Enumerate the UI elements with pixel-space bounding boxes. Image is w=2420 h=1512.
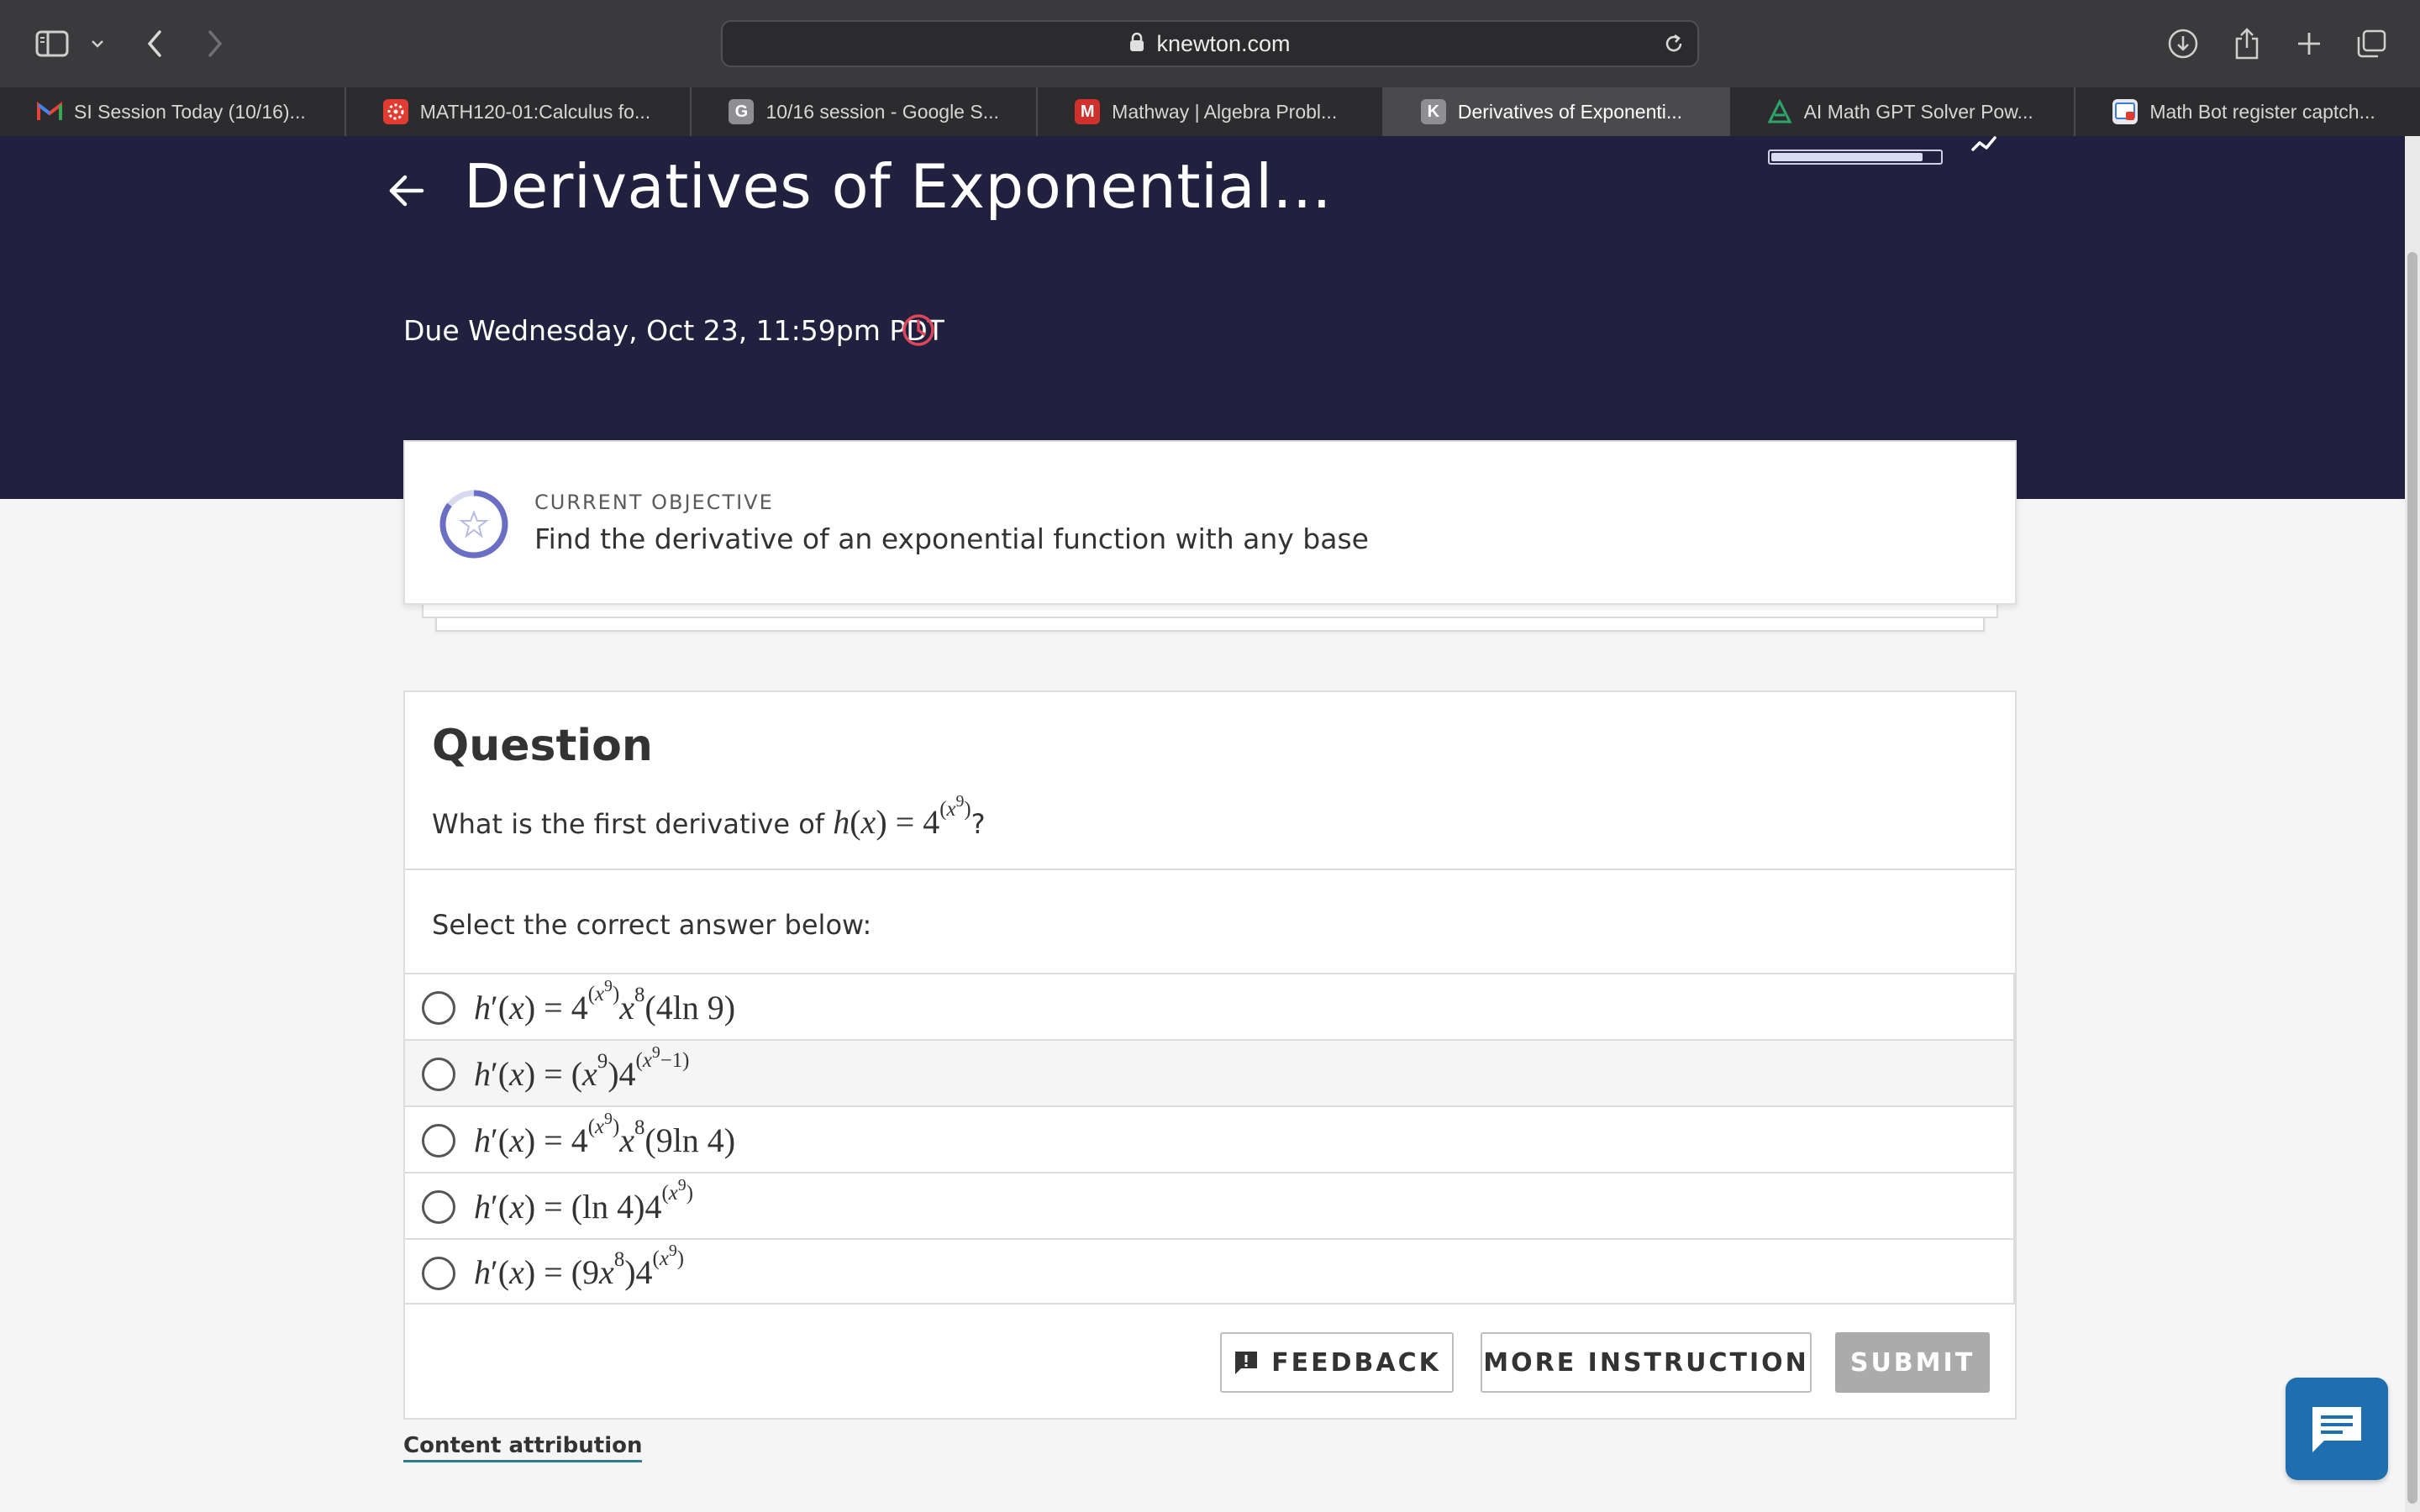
chevron-down-icon[interactable] xyxy=(87,18,108,69)
google-icon: G xyxy=(729,99,755,124)
choice-expression: h′(x) = 4(x9)x8(9ln 4) xyxy=(474,1110,736,1159)
radio-button[interactable] xyxy=(422,1058,455,1091)
tab-label: 10/16 session - Google S... xyxy=(765,100,999,123)
back-icon[interactable] xyxy=(141,18,168,69)
tab-gmail[interactable]: SI Session Today (10/16)... xyxy=(0,87,346,136)
due-date: Due Wednesday, Oct 23, 11:59pm PDT xyxy=(403,314,944,347)
objective-caption: CURRENT OBJECTIVE xyxy=(534,491,774,514)
back-arrow-icon[interactable] xyxy=(387,171,425,214)
star-progress-icon xyxy=(439,489,509,564)
feedback-label: FEEDBACK xyxy=(1271,1347,1441,1378)
tab-label: Derivatives of Exponenti... xyxy=(1457,100,1683,123)
answer-choice-b[interactable]: h′(x) = (x9)4(x9−1) xyxy=(405,1039,2015,1105)
answer-choice-d[interactable]: h′(x) = (ln 4)4(x9) xyxy=(405,1172,2015,1238)
mathbot-icon xyxy=(2112,99,2139,124)
page-title: Derivatives of Exponential... xyxy=(464,151,1332,222)
chat-support-button[interactable] xyxy=(2286,1378,2388,1480)
question-suffix: ? xyxy=(971,807,986,840)
mathway-icon: M xyxy=(1075,99,1101,124)
tab-label: AI Math GPT Solver Pow... xyxy=(1803,100,2033,123)
choice-expression: h′(x) = (9x8)4(x9) xyxy=(474,1242,685,1291)
select-instruction: Select the correct answer below: xyxy=(432,909,872,941)
more-instruction-button[interactable]: MORE INSTRUCTION xyxy=(1481,1332,1812,1393)
tab-math-bot[interactable]: Math Bot register captch... xyxy=(2075,87,2420,136)
browser-toolbar: knewton.com xyxy=(0,0,2420,87)
scrollbar-thumb[interactable] xyxy=(2407,252,2417,1504)
canvas-icon xyxy=(382,99,408,124)
radio-button[interactable] xyxy=(422,1190,455,1224)
tab-label: Mathway | Algebra Probl... xyxy=(1112,100,1338,123)
knewton-icon: K xyxy=(1420,99,1446,124)
lock-icon xyxy=(1129,32,1144,56)
answer-choice-e[interactable]: h′(x) = (9x8)4(x9) xyxy=(405,1238,2015,1305)
collapse-chevron-icon[interactable] xyxy=(1970,134,1998,157)
tab-canvas[interactable]: MATH120-01:Calculus fo... xyxy=(346,87,692,136)
answer-choice-a[interactable]: h′(x) = 4(x9)x8(4ln 9) xyxy=(405,973,2015,1039)
forward-icon[interactable] xyxy=(202,18,229,69)
tab-label: SI Session Today (10/16)... xyxy=(74,100,306,123)
choice-expression: h′(x) = (x9)4(x9−1) xyxy=(474,1043,690,1093)
tab-knewton[interactable]: K Derivatives of Exponenti... xyxy=(1383,87,1730,136)
divider xyxy=(405,869,2015,870)
sidebar-toggle-icon[interactable] xyxy=(32,18,72,69)
tab-label: Math Bot register captch... xyxy=(2149,100,2375,123)
tab-google-slides[interactable]: G 10/16 session - Google S... xyxy=(692,87,1039,136)
radio-button[interactable] xyxy=(422,991,455,1025)
share-icon[interactable] xyxy=(2230,18,2264,69)
question-text: What is the first derivative of h(x) = 4… xyxy=(432,792,986,842)
new-tab-icon[interactable] xyxy=(2292,18,2326,69)
answer-choices: h′(x) = 4(x9)x8(4ln 9) h′(x) = (x9)4(x9−… xyxy=(405,973,2015,1305)
question-card: Question What is the first derivative of… xyxy=(403,690,2017,1420)
submit-button[interactable]: SUBMIT xyxy=(1835,1332,1990,1393)
feedback-button[interactable]: FEEDBACK xyxy=(1220,1332,1454,1393)
clock-icon xyxy=(901,312,936,352)
tab-bar: SI Session Today (10/16)... MATH120-01:C… xyxy=(0,87,2420,136)
reload-icon[interactable] xyxy=(1662,32,1686,60)
answer-choice-c[interactable]: h′(x) = 4(x9)x8(9ln 4) xyxy=(405,1105,2015,1172)
question-heading: Question xyxy=(432,721,653,771)
progress-fill xyxy=(1771,153,1923,161)
content-attribution-link[interactable]: Content attribution xyxy=(403,1433,643,1462)
url-text: knewton.com xyxy=(1156,30,1291,56)
tab-label: MATH120-01:Calculus fo... xyxy=(419,100,651,123)
choice-expression: h′(x) = 4(x9)x8(4ln 9) xyxy=(474,977,736,1026)
tab-mathway[interactable]: M Mathway | Algebra Probl... xyxy=(1038,87,1384,136)
chat-icon xyxy=(2307,1402,2366,1456)
objective-card: CURRENT OBJECTIVE Find the derivative of… xyxy=(403,440,2017,605)
radio-button[interactable] xyxy=(422,1257,455,1290)
choice-expression: h′(x) = (ln 4)4(x9) xyxy=(474,1176,693,1226)
radio-button[interactable] xyxy=(422,1124,455,1158)
question-expression: h(x) = 4(x9) xyxy=(833,792,971,841)
gmail-icon xyxy=(37,99,62,124)
address-bar[interactable]: knewton.com xyxy=(721,20,1699,67)
progress-bar xyxy=(1768,150,1943,165)
objective-text: Find the derivative of an exponential fu… xyxy=(534,522,1369,555)
question-prompt: What is the first derivative of xyxy=(432,807,825,840)
feedback-icon xyxy=(1233,1349,1260,1376)
download-icon[interactable] xyxy=(2166,18,2200,69)
mathgpt-icon xyxy=(1767,99,1792,124)
tab-ai-math-gpt[interactable]: AI Math GPT Solver Pow... xyxy=(1730,87,2076,136)
tab-overview-icon[interactable] xyxy=(2354,18,2388,69)
